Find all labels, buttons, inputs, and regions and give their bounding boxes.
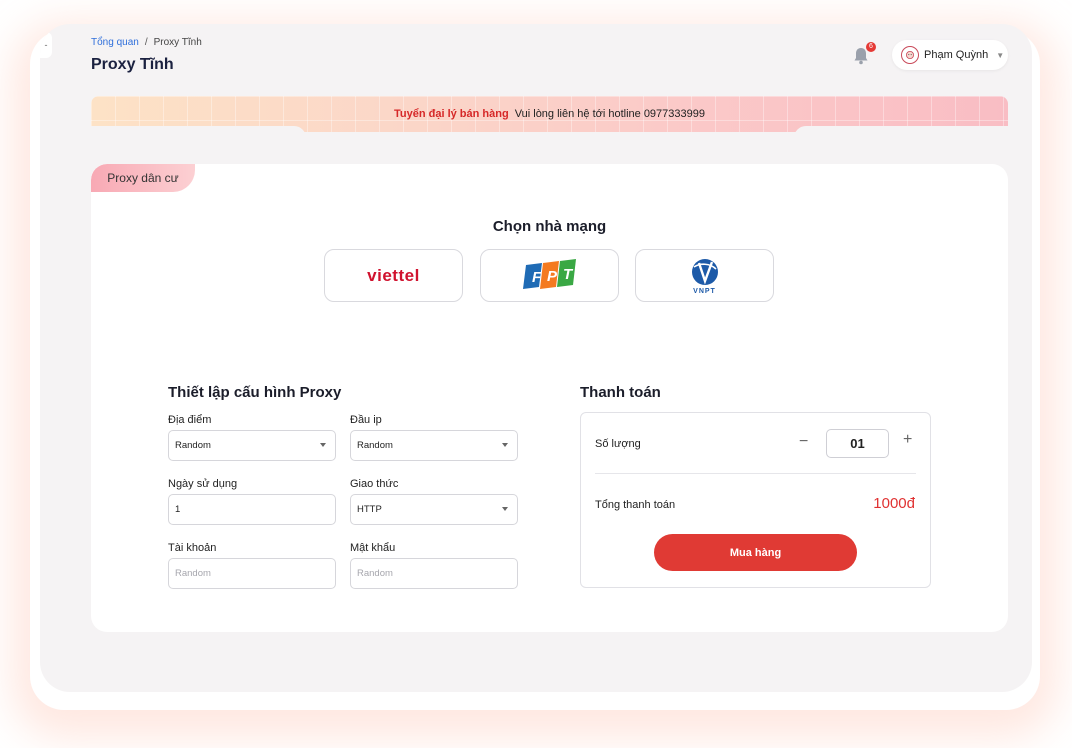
chevron-down-icon <box>320 443 326 447</box>
breadcrumb: Tổng quan / Proxy Tĩnh <box>91 37 202 48</box>
payment-title: Thanh toán <box>580 384 661 401</box>
payment-box: Số lượng − 01 + Tổng thanh toán 1000đ Mu… <box>580 412 931 588</box>
proxy-order-card: Proxy dân cư Chọn nhà mạng viettel F P T… <box>91 164 1008 632</box>
ip-prefix-select[interactable]: Random <box>350 430 518 461</box>
tab-proxy-dan-cu[interactable]: Proxy dân cư <box>91 164 195 192</box>
days-value: 1 <box>175 504 181 515</box>
total-value: 1000đ <box>873 495 915 512</box>
fpt-letter-f: F <box>532 269 542 286</box>
account-placeholder: Random <box>175 568 211 579</box>
account-label: Tài khoản <box>168 542 217 554</box>
breadcrumb-separator: / <box>144 37 148 48</box>
breadcrumb-home-link[interactable]: Tổng quan <box>91 37 139 48</box>
location-select[interactable]: Random <box>168 430 336 461</box>
password-input[interactable]: Random <box>350 558 518 589</box>
ip-prefix-value: Random <box>357 440 393 451</box>
avatar <box>901 46 919 64</box>
days-input[interactable]: 1 <box>168 494 336 525</box>
chevron-down-icon <box>502 443 508 447</box>
notification-badge: 6 <box>866 42 876 52</box>
banner-highlight: Tuyển đại lý bán hàng <box>394 108 509 120</box>
page-title: Proxy Tĩnh <box>91 56 174 73</box>
fpt-letter-p: P <box>547 268 558 285</box>
password-label: Mật khẩu <box>350 542 396 554</box>
avatar-face-icon <box>906 51 914 59</box>
carrier-section-title: Chọn nhà mạng <box>492 218 607 235</box>
quantity-label: Số lượng <box>595 438 641 450</box>
breadcrumb-current: Proxy Tĩnh <box>153 37 202 48</box>
fpt-logo: F P T <box>522 258 576 289</box>
quantity-input[interactable]: 01 <box>826 429 889 458</box>
banner-cutout-left <box>91 126 306 138</box>
viettel-logo: viettel <box>367 265 420 285</box>
ip-prefix-label: Đầu ip <box>350 414 382 426</box>
banner-message: Vui lòng liên hệ tới hotline 0977333999 <box>514 108 705 120</box>
buy-button[interactable]: Mua hàng <box>654 534 857 571</box>
protocol-value: HTTP <box>357 504 382 515</box>
vnpt-label: VNPT <box>693 287 716 295</box>
quantity-decrement-button[interactable]: − <box>799 433 808 451</box>
config-title: Thiết lập cấu hình Proxy <box>168 384 342 401</box>
days-label: Ngày sử dụng <box>168 478 238 490</box>
password-placeholder: Random <box>357 568 393 579</box>
chevron-down-icon <box>502 507 508 511</box>
user-name: Phạm Quỳnh <box>924 49 989 61</box>
sidebar-collapse-toggle[interactable]: - <box>40 32 52 58</box>
banner-cutout-right <box>794 126 1008 138</box>
vnpt-globe-icon <box>691 258 718 285</box>
user-menu[interactable]: Phạm Quỳnh ▼ <box>892 40 1008 70</box>
total-label: Tổng thanh toán <box>595 499 676 511</box>
quantity-increment-button[interactable]: + <box>903 431 912 449</box>
banner-text: Tuyển đại lý bán hàng Vui lòng liên hệ tớ… <box>91 108 1008 120</box>
protocol-select[interactable]: HTTP <box>350 494 518 525</box>
protocol-label: Giao thức <box>350 478 399 490</box>
app-frame: - Tổng quan / Proxy Tĩnh Proxy Tĩnh 6 Phạm… <box>40 24 1032 692</box>
location-label: Địa điểm <box>168 414 212 426</box>
account-input[interactable]: Random <box>168 558 336 589</box>
carrier-option-vnpt[interactable]: VNPT <box>635 249 774 302</box>
payment-divider <box>595 473 916 474</box>
carrier-option-fpt[interactable]: F P T <box>480 249 619 302</box>
carrier-option-viettel[interactable]: viettel <box>324 249 463 302</box>
location-value: Random <box>175 440 211 451</box>
chevron-down-icon: ▼ <box>996 50 1005 60</box>
